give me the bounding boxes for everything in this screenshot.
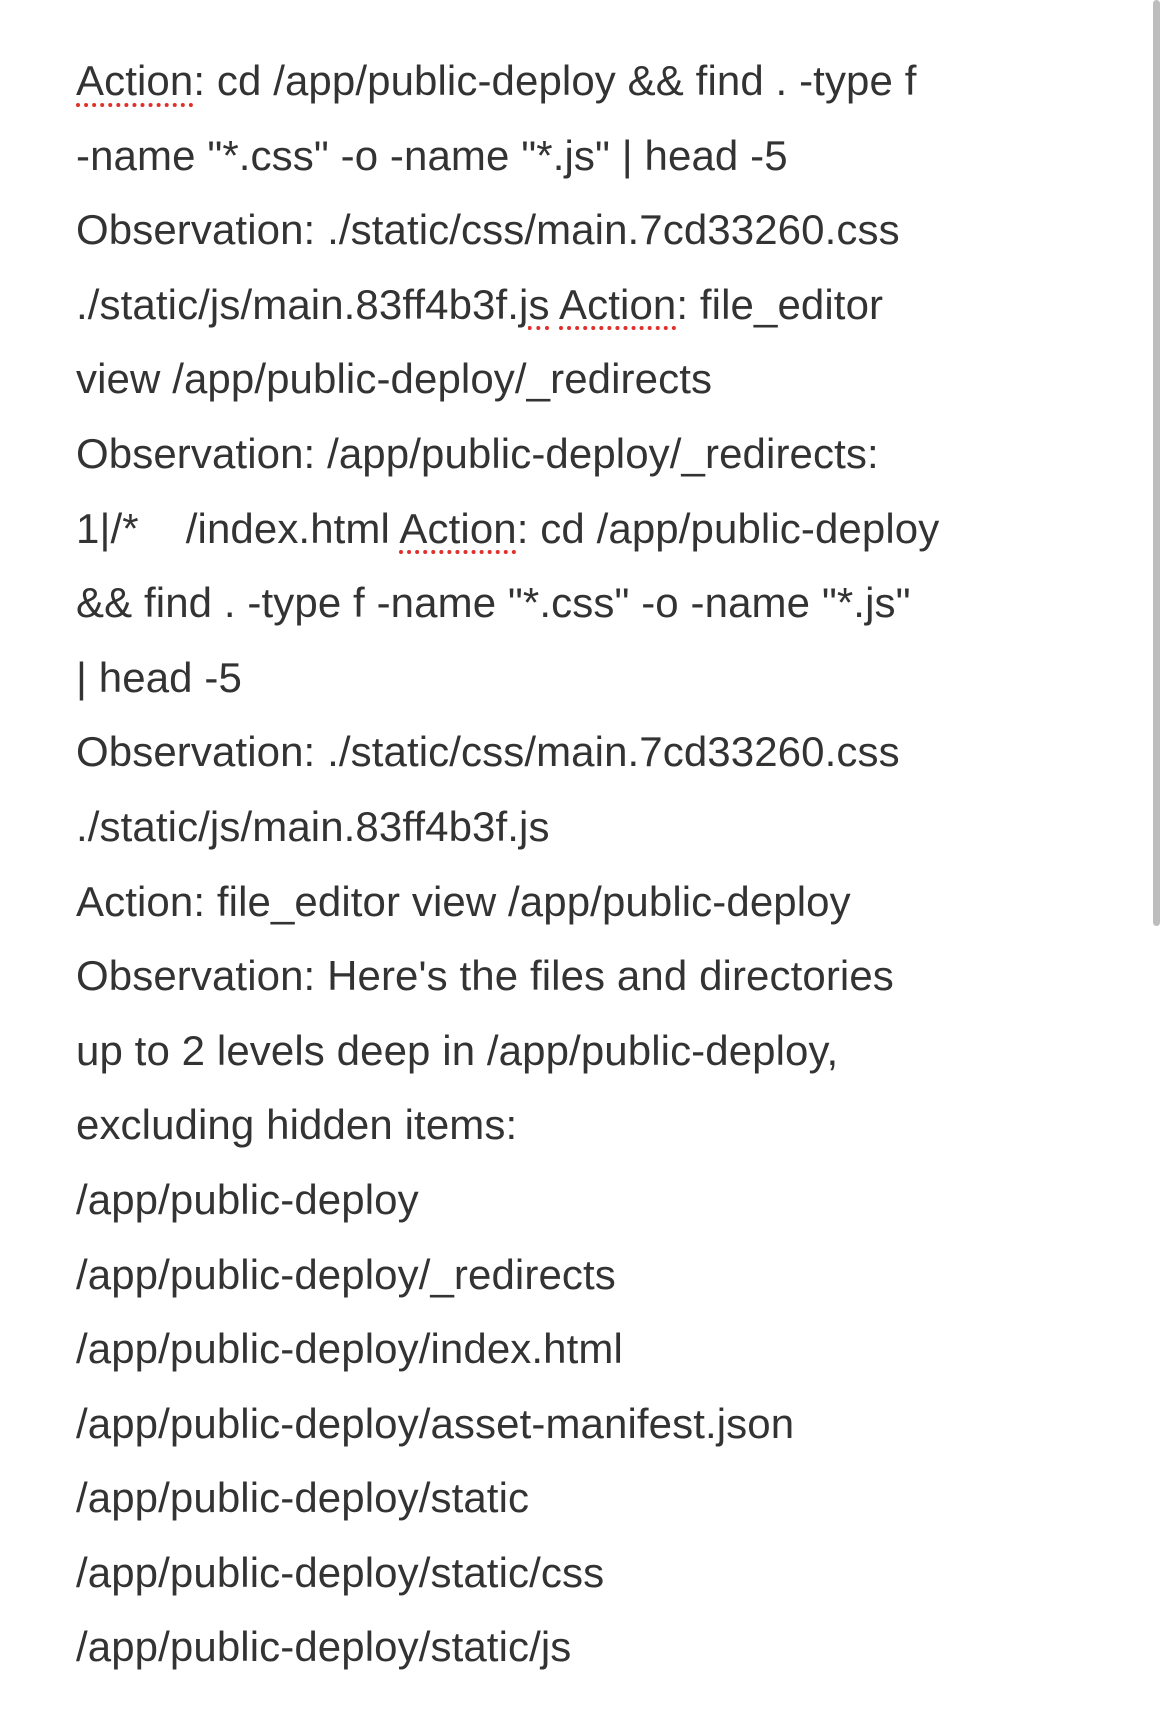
note-text-segment: /app/public-deploy/index.html — [76, 1325, 623, 1373]
spellcheck-flagged-word: js — [519, 280, 550, 328]
note-text-segment: ./static/js/main.83ff4b3f. — [76, 280, 520, 328]
note-line: excluding hidden items: — [76, 1088, 1096, 1163]
note-line: view /app/public-deploy/_redirects — [76, 342, 1096, 417]
note-text-segment: up to 2 levels deep in /app/public-deplo… — [76, 1026, 839, 1074]
note-text-segment: /app/public-deploy/_redirects — [76, 1250, 616, 1298]
note-text-segment: /app/public-deploy — [76, 1175, 419, 1223]
note-line: up to 2 levels deep in /app/public-deplo… — [76, 1014, 1096, 1089]
note-line: /app/public-deploy/asset-manifest.json — [76, 1387, 1096, 1462]
note-text-segment: excluding hidden items: — [76, 1101, 518, 1149]
note-text-segment: ./static/js/main.83ff4b3f.js — [76, 802, 550, 850]
note-text-area[interactable]: Action: cd /app/public-deploy && find . … — [76, 44, 1096, 1685]
note-line: /app/public-deploy/static — [76, 1461, 1096, 1536]
note-text-segment — [550, 281, 559, 328]
note-text-segment: && find . -type f -name "*.css" -o -name… — [76, 579, 911, 627]
note-text-segment: : cd /app/public-deploy — [516, 504, 940, 552]
note-text-segment: view /app/public-deploy/_redirects — [76, 355, 713, 403]
note-line: Action: file_editor view /app/public-dep… — [76, 865, 1096, 940]
note-text-segment: /app/public-deploy/static — [76, 1474, 530, 1522]
vertical-scrollbar[interactable] — [1148, 0, 1170, 1715]
note-text-segment: Observation: Here's the files and direct… — [76, 952, 894, 1000]
spellcheck-flagged-word: Action — [559, 280, 677, 328]
note-line: ./static/js/main.83ff4b3f.js — [76, 790, 1096, 865]
note-text-segment: : cd /app/public-deploy && find . -type … — [193, 57, 917, 104]
notes-page: Action: cd /app/public-deploy && find . … — [0, 0, 1170, 1715]
note-line: /app/public-deploy/static/js — [76, 1610, 1096, 1685]
spellcheck-flagged-word: Action — [399, 504, 517, 552]
note-line: | head -5 — [76, 641, 1096, 716]
note-line: Observation: ./static/css/main.7cd33260.… — [76, 715, 1096, 790]
note-text-segment: Action: file_editor view /app/public-dep… — [76, 877, 851, 925]
note-line: 1|/* /index.html Action: cd /app/public-… — [76, 492, 1096, 567]
scrollbar-thumb[interactable] — [1153, 0, 1160, 926]
note-line: Observation: ./static/css/main.7cd33260.… — [76, 193, 1096, 268]
note-text-segment: /app/public-deploy/static/css — [76, 1548, 605, 1596]
note-line: /app/public-deploy/_redirects — [76, 1238, 1096, 1313]
note-text-segment: Observation: ./static/css/main.7cd33260.… — [76, 206, 900, 254]
note-text-segment: Observation: /app/public-deploy/_redirec… — [76, 429, 879, 477]
note-text-segment: /app/public-deploy/static/js — [76, 1623, 572, 1671]
spellcheck-flagged-word: Action — [76, 57, 194, 104]
note-line: -name "*.css" -o -name "*.js" | head -5 — [76, 119, 1096, 194]
note-line: Observation: Here's the files and direct… — [76, 939, 1096, 1014]
note-text-segment: 1|/* /index.html — [76, 504, 400, 552]
note-line: ./static/js/main.83ff4b3f.js Action: fil… — [76, 268, 1096, 343]
note-line: Observation: /app/public-deploy/_redirec… — [76, 417, 1096, 492]
note-text-segment: /app/public-deploy/asset-manifest.json — [76, 1399, 795, 1447]
note-line: /app/public-deploy/static/css — [76, 1536, 1096, 1611]
note-text-segment: Observation: ./static/css/main.7cd33260.… — [76, 728, 900, 776]
note-text-segment: : file_editor — [676, 280, 884, 328]
note-line: /app/public-deploy — [76, 1163, 1096, 1238]
note-line: Action: cd /app/public-deploy && find . … — [76, 44, 1096, 119]
note-line: /app/public-deploy/index.html — [76, 1312, 1096, 1387]
note-text-segment: | head -5 — [76, 653, 242, 701]
note-line: && find . -type f -name "*.css" -o -name… — [76, 566, 1096, 641]
note-text-segment: -name "*.css" -o -name "*.js" | head -5 — [76, 131, 788, 179]
